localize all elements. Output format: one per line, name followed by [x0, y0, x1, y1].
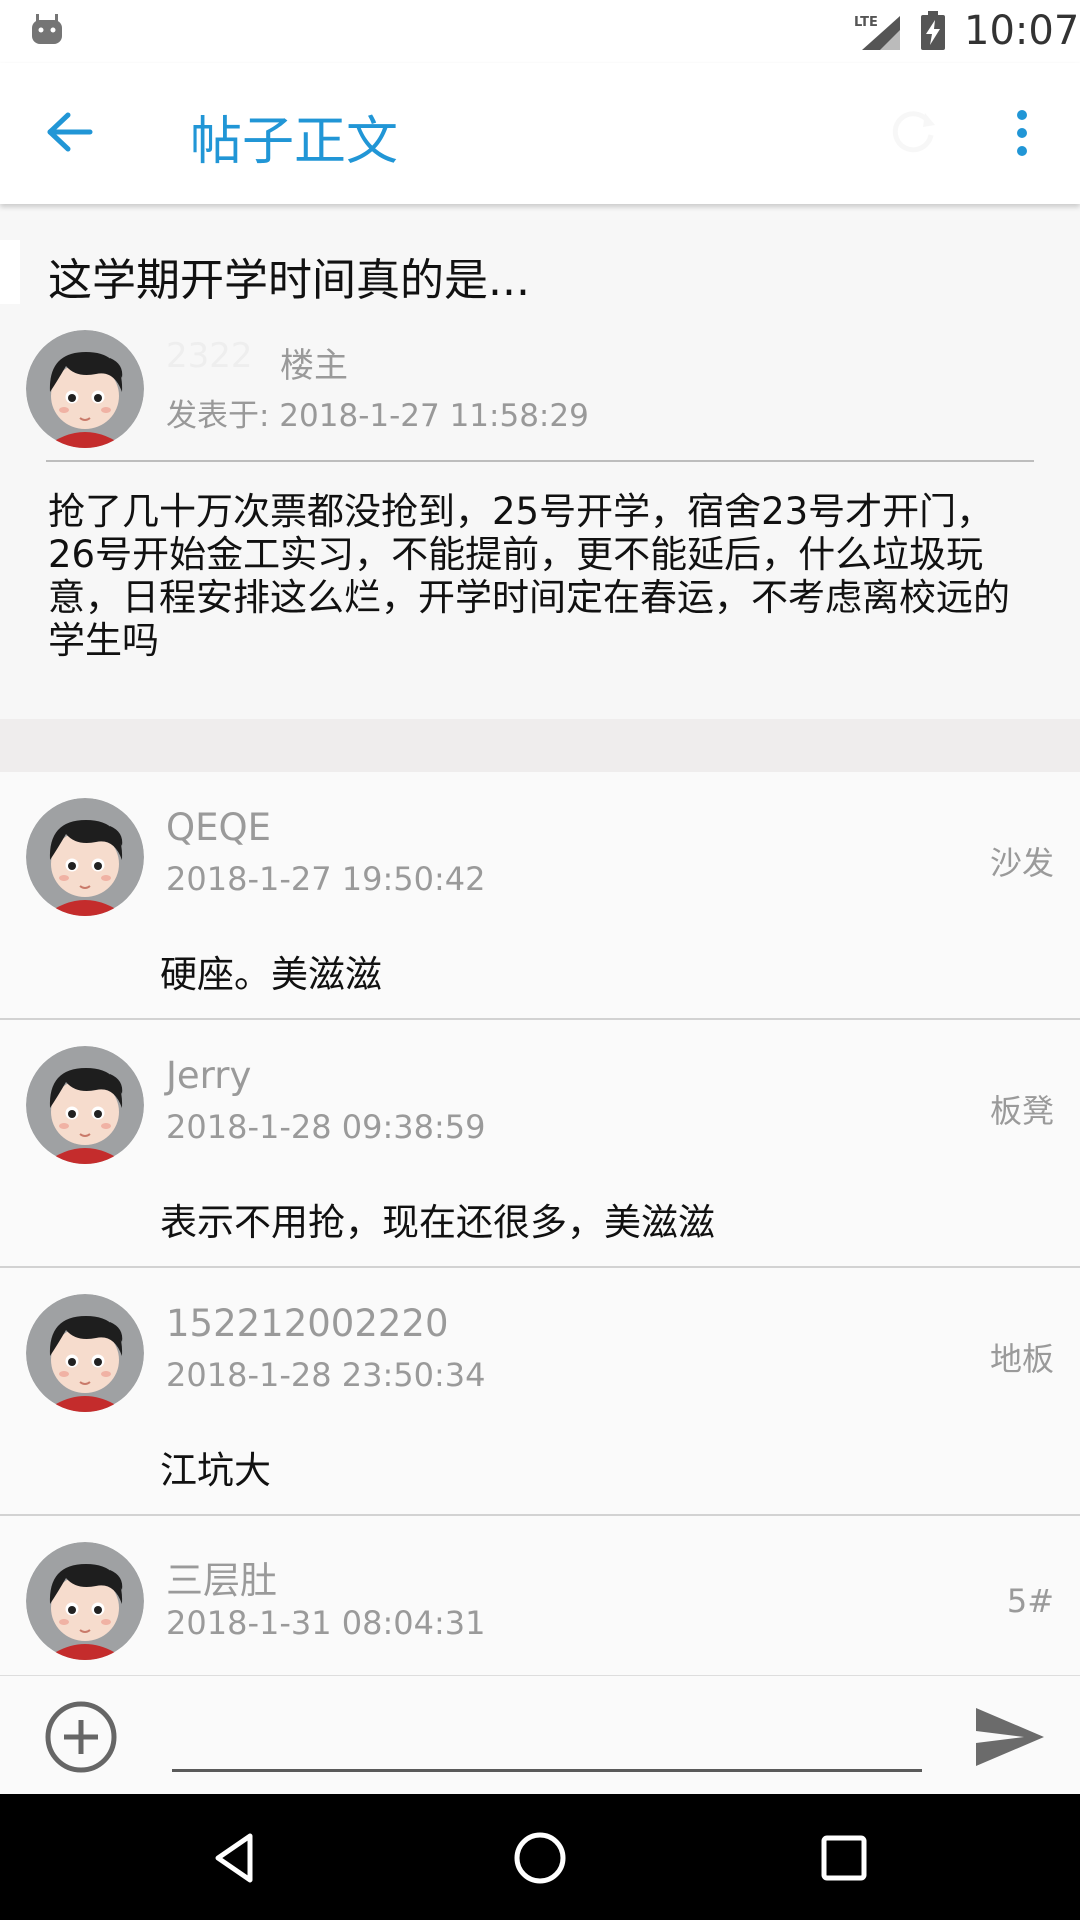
reply-author[interactable]: QEQE [166, 806, 271, 849]
reply-time: 2018-1-31 08:04:31 [166, 1604, 486, 1642]
system-nav-bar [0, 1794, 1080, 1920]
nav-back-icon[interactable] [206, 1828, 266, 1888]
reply-input-bar [0, 1675, 1080, 1794]
thread-title: 这学期开学时间真的是... [48, 255, 530, 306]
reply-item[interactable]: 三层肚 2018-1-31 08:04:31 5# [0, 1516, 1080, 1675]
lte-signal-icon: LTE [854, 15, 900, 50]
page-title: 帖子正文 [190, 112, 399, 172]
title-marker [0, 240, 20, 304]
reply-text: 江坑大 [160, 1449, 271, 1492]
android-icon [32, 14, 62, 44]
avatar-icon [26, 1294, 144, 1412]
lte-label: LTE [854, 15, 878, 30]
avatar[interactable] [26, 1542, 144, 1660]
reply-author[interactable]: 152212002220 [166, 1302, 449, 1345]
nav-home-icon[interactable] [510, 1828, 570, 1888]
reply-author[interactable]: Jerry [166, 1054, 251, 1097]
avatar-icon [26, 798, 144, 916]
avatar[interactable] [26, 1294, 144, 1412]
floor-label: 沙发 [989, 844, 1054, 882]
status-bar: LTE 10:07 [0, 0, 1080, 63]
floor-label: 地板 [989, 1340, 1054, 1378]
avatar-icon [26, 1046, 144, 1164]
reply-author[interactable]: 三层肚 [166, 1550, 277, 1604]
floor-label: 板凳 [989, 1092, 1054, 1130]
app-bar: 帖子正文 [0, 63, 1080, 204]
reply-item[interactable]: Jerry 2018-1-28 09:38:59 板凳 表示不用抢，现在还很多，… [0, 1020, 1080, 1268]
more-vert-icon[interactable] [1010, 107, 1034, 159]
floor-label: 5# [1006, 1582, 1054, 1620]
posted-time: 发表于: 2018-1-27 11:58:29 [166, 398, 589, 434]
reply-time: 2018-1-27 19:50:42 [166, 860, 486, 898]
reply-text: 硬座。美滋滋 [160, 953, 382, 996]
owner-tag: 楼主 [280, 346, 348, 386]
reply-time: 2018-1-28 23:50:34 [166, 1356, 486, 1394]
author-name[interactable]: 2322 [166, 336, 253, 376]
reply-text: 表示不用抢，现在还很多，美滋滋 [160, 1201, 715, 1244]
section-separator [0, 719, 1080, 772]
reply-input[interactable] [172, 1696, 922, 1772]
send-icon[interactable] [974, 1706, 1046, 1768]
refresh-icon[interactable] [885, 103, 941, 159]
nav-recents-icon[interactable] [814, 1828, 874, 1888]
reply-item[interactable]: QEQE 2018-1-27 19:50:42 沙发 硬座。美滋滋 [0, 772, 1080, 1020]
add-circle-icon[interactable] [44, 1700, 118, 1774]
avatar[interactable] [26, 330, 144, 448]
divider [46, 460, 1034, 462]
avatar-icon [26, 1542, 144, 1660]
avatar[interactable] [26, 798, 144, 916]
avatar[interactable] [26, 1046, 144, 1164]
avatar-icon [26, 330, 144, 448]
post-content: 抢了几十万次票都没抢到，25号开学，宿舍23号才开门，26号开始金工实习，不能提… [48, 490, 1010, 662]
original-post: 这学期开学时间真的是... 2322 楼主 发表于: 2018-1-27 11:… [0, 204, 1080, 719]
battery-charging-icon [921, 11, 945, 50]
clock: 10:07 [964, 8, 1080, 54]
reply-time: 2018-1-28 09:38:59 [166, 1108, 486, 1146]
back-arrow-icon[interactable] [40, 107, 100, 157]
reply-item[interactable]: 152212002220 2018-1-28 23:50:34 地板 江坑大 [0, 1268, 1080, 1516]
